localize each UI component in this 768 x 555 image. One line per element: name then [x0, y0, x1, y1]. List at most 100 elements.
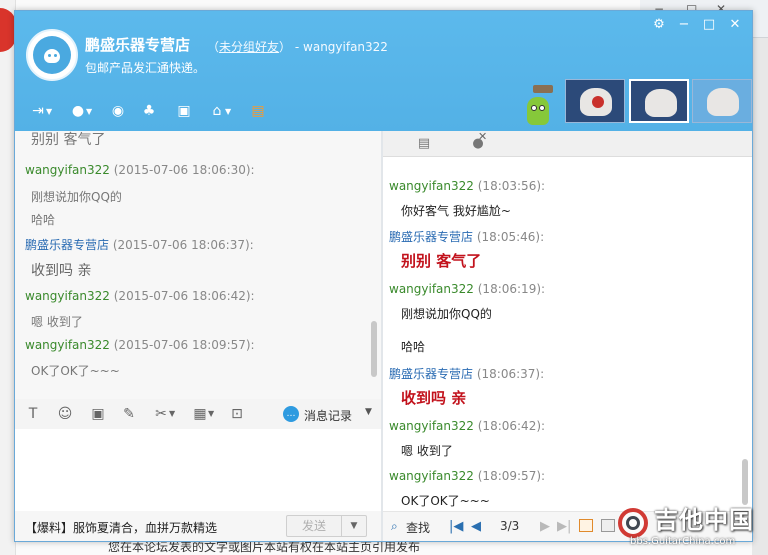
record-sender: wangyifan322: [389, 179, 474, 193]
close-icon[interactable]: ✕: [725, 17, 745, 35]
record-sender: 鹏盛乐器专营店: [389, 230, 474, 244]
history-message-header: wangyifan322 (2015-07-06 18:06:42):: [25, 289, 255, 303]
history-sender: 鹏盛乐器专营店: [25, 238, 110, 252]
maximize-icon[interactable]: □: [699, 17, 719, 35]
product-thumbnail[interactable]: [629, 79, 689, 123]
record-message-text: 嗯 收到了: [401, 444, 453, 458]
search-icon[interactable]: ⌕: [391, 519, 398, 534]
record-message-text: 别别 客气了: [401, 252, 482, 270]
group-close-paren: ）: [279, 40, 292, 54]
message-record-icon[interactable]: …: [283, 406, 299, 422]
background-right-strip: [752, 0, 768, 555]
last-page-button[interactable]: ▶|: [557, 519, 571, 534]
group-chat-icon[interactable]: ♣: [138, 101, 160, 121]
mascot-eye-icon: [531, 105, 537, 111]
table-icon[interactable]: ▦ ▼: [190, 404, 214, 424]
video-icon[interactable]: ◉: [107, 101, 129, 121]
avatar-eye-icon: [48, 54, 51, 57]
watermark: 吉他中国 bbs.GuitarChina.com: [612, 500, 762, 550]
record-sender: wangyifan322: [389, 469, 474, 483]
chevron-down-icon[interactable]: ▼: [365, 407, 372, 417]
contact-id: - wangyifan322: [294, 40, 388, 54]
record-message-text: OK了OK了~~~: [401, 494, 490, 508]
history-sender: wangyifan322: [25, 289, 110, 303]
history-scrollbar[interactable]: [371, 321, 377, 377]
group-link[interactable]: 未分组好友: [219, 40, 279, 54]
record-message-header: wangyifan322 (18:06:19):: [389, 282, 545, 296]
record-time: (18:09:57):: [477, 469, 546, 483]
side-tabs: ▤ ● ✕: [383, 130, 752, 157]
app-icon[interactable]: ▤: [247, 101, 269, 121]
product-thumbnail[interactable]: [565, 79, 625, 123]
history-message-text: 刚想说加你QQ的: [31, 190, 122, 204]
mascot-eye-icon: [539, 105, 545, 111]
record-message-header: wangyifan322 (18:06:42):: [389, 419, 545, 433]
page-indicator: 3/3: [500, 519, 520, 533]
avatar[interactable]: [26, 29, 78, 81]
message-record-pane: wangyifan322 (18:03:56): 你好客气 我好尴尬~ 鹏盛乐器…: [383, 157, 752, 511]
screen-share-icon[interactable]: ▣: [173, 101, 195, 121]
input-toolbar: T ☺ ▣ ✎ ✂ ▼ ▦ ▼ ⊡ … 消息记录 ▼: [15, 399, 381, 429]
tab-close-icon[interactable]: ✕: [478, 130, 487, 143]
history-time: (2015-07-06 18:06:42):: [113, 289, 255, 303]
emoji-icon[interactable]: ☺: [55, 404, 75, 424]
message-record-button[interactable]: 消息记录: [304, 407, 352, 424]
scissors-icon[interactable]: ✂ ▼: [151, 404, 175, 424]
screenshot-icon[interactable]: ⊡: [227, 404, 247, 424]
mascot-icon[interactable]: [523, 83, 555, 127]
edit-icon[interactable]: ✎: [119, 404, 139, 424]
mascot-body-icon: [527, 97, 549, 125]
history-message-text: 别别 客气了: [31, 132, 106, 148]
product-image-icon: [707, 88, 739, 116]
watermark-title: 吉他中国: [654, 506, 754, 534]
guitar-logo-icon: [618, 508, 648, 538]
history-message-text: OK了OK了~~~: [31, 364, 120, 378]
hammer-icon: [533, 85, 553, 93]
file-transfer-icon[interactable]: ⇥ ▼: [27, 101, 52, 121]
record-message-text: 刚想说加你QQ的: [401, 307, 492, 321]
image-icon[interactable]: ▣: [88, 404, 108, 424]
next-page-button[interactable]: ▶: [540, 519, 550, 534]
history-message-header: wangyifan322 (2015-07-06 18:09:57):: [25, 338, 255, 352]
watermark-url: bbs.GuitarChina.com: [630, 536, 736, 547]
avatar-eye-icon: [54, 54, 57, 57]
remote-assist-icon[interactable]: ⌂ ▼: [206, 101, 232, 121]
record-time: (18:06:19):: [477, 282, 546, 296]
record-message-text: 哈哈: [401, 340, 426, 354]
ad-link[interactable]: 【爆料】服饰夏清合，血拼万款精选: [25, 519, 217, 536]
history-message-text: 收到吗 亲: [31, 263, 92, 279]
record-sender: 鹏盛乐器专营店: [389, 367, 474, 381]
cloud-face-icon: [44, 49, 60, 63]
send-button[interactable]: 发送: [286, 515, 342, 537]
history-time: (2015-07-06 18:09:57):: [113, 338, 255, 352]
chat-history-pane: 别别 客气了 wangyifan322 (2015-07-06 18:06:30…: [15, 131, 381, 399]
record-message-text: 你好客气 我好尴尬~: [401, 204, 511, 218]
prev-page-button[interactable]: ◀: [471, 519, 481, 534]
contact-name[interactable]: 鹏盛乐器专营店: [85, 34, 190, 55]
search-button[interactable]: 查找: [406, 519, 430, 536]
font-icon[interactable]: T: [23, 404, 43, 424]
history-message-header: 鹏盛乐器专营店 (2015-07-06 18:06:37):: [25, 236, 254, 253]
first-page-button[interactable]: |◀: [449, 519, 463, 534]
message-input[interactable]: [15, 429, 381, 509]
chat-titlebar: 鹏盛乐器专营店 （未分组好友） - wangyifan322 包邮产品发汇通快递…: [15, 11, 752, 131]
record-message-header: 鹏盛乐器专营店 (18:06:37):: [389, 365, 544, 382]
record-sender: wangyifan322: [389, 419, 474, 433]
calendar-icon[interactable]: [579, 519, 593, 532]
group-open-paren: （: [207, 40, 220, 54]
record-scrollbar[interactable]: [742, 459, 748, 505]
history-sender: wangyifan322: [25, 163, 110, 177]
history-time: (2015-07-06 18:06:37):: [112, 238, 254, 252]
product-thumbnail[interactable]: [692, 79, 752, 123]
record-time: (18:05:46):: [476, 230, 545, 244]
minimize-icon[interactable]: −: [674, 17, 694, 35]
profile-card-icon[interactable]: ▤: [415, 136, 433, 152]
history-message-text: 嗯 收到了: [31, 315, 83, 329]
record-message-text: 收到吗 亲: [401, 389, 467, 407]
record-time: (18:06:37):: [476, 367, 545, 381]
logo-ring-icon: [626, 516, 640, 530]
contact-meta: （未分组好友） - wangyifan322: [207, 38, 388, 55]
settings-gear-icon[interactable]: ⚙: [649, 17, 669, 35]
send-options-button[interactable]: ▼: [341, 515, 367, 537]
microphone-icon[interactable]: ● ▼: [67, 101, 92, 121]
